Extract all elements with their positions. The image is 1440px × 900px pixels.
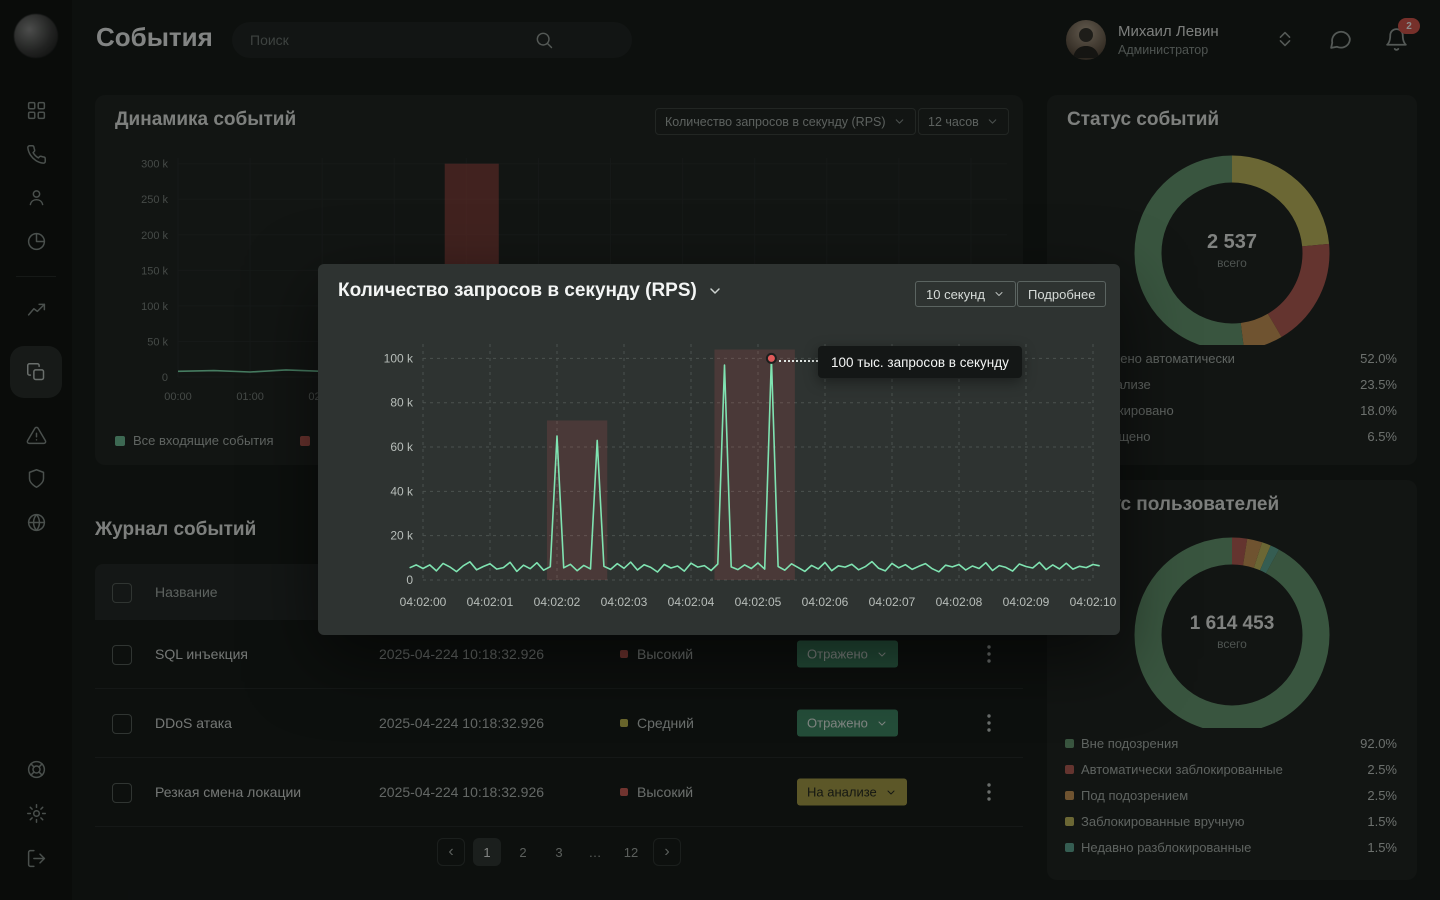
modal-period-value: 10 секунд bbox=[926, 287, 985, 302]
modal-title: Количество запросов в секунду (RPS) bbox=[338, 280, 723, 302]
svg-text:04:02:02: 04:02:02 bbox=[534, 595, 581, 609]
svg-text:04:02:08: 04:02:08 bbox=[936, 595, 983, 609]
svg-text:04:02:05: 04:02:05 bbox=[735, 595, 782, 609]
modal-title-text: Количество запросов в секунду (RPS) bbox=[338, 280, 697, 302]
chevron-down-icon[interactable] bbox=[707, 283, 723, 299]
svg-text:04:02:10: 04:02:10 bbox=[1070, 595, 1117, 609]
svg-text:04:02:00: 04:02:00 bbox=[400, 595, 447, 609]
modal-period-select[interactable]: 10 секунд bbox=[915, 281, 1016, 307]
details-button[interactable]: Подробнее bbox=[1017, 281, 1106, 307]
svg-text:04:02:07: 04:02:07 bbox=[869, 595, 916, 609]
svg-text:60 k: 60 k bbox=[390, 440, 414, 454]
svg-text:04:02:04: 04:02:04 bbox=[668, 595, 715, 609]
svg-text:20 k: 20 k bbox=[390, 529, 414, 543]
svg-text:04:02:01: 04:02:01 bbox=[467, 595, 514, 609]
rps-modal: Количество запросов в секунду (RPS) 10 с… bbox=[318, 264, 1120, 635]
svg-text:0: 0 bbox=[406, 573, 413, 587]
svg-text:100 k: 100 k bbox=[384, 351, 414, 365]
svg-text:04:02:09: 04:02:09 bbox=[1003, 595, 1050, 609]
tooltip-connector bbox=[779, 360, 818, 362]
svg-text:04:02:06: 04:02:06 bbox=[802, 595, 849, 609]
svg-text:04:02:03: 04:02:03 bbox=[601, 595, 648, 609]
svg-text:80 k: 80 k bbox=[390, 396, 414, 410]
chart-tooltip: 100 тыс. запросов в секунду bbox=[818, 346, 1022, 378]
svg-text:40 k: 40 k bbox=[390, 484, 414, 498]
